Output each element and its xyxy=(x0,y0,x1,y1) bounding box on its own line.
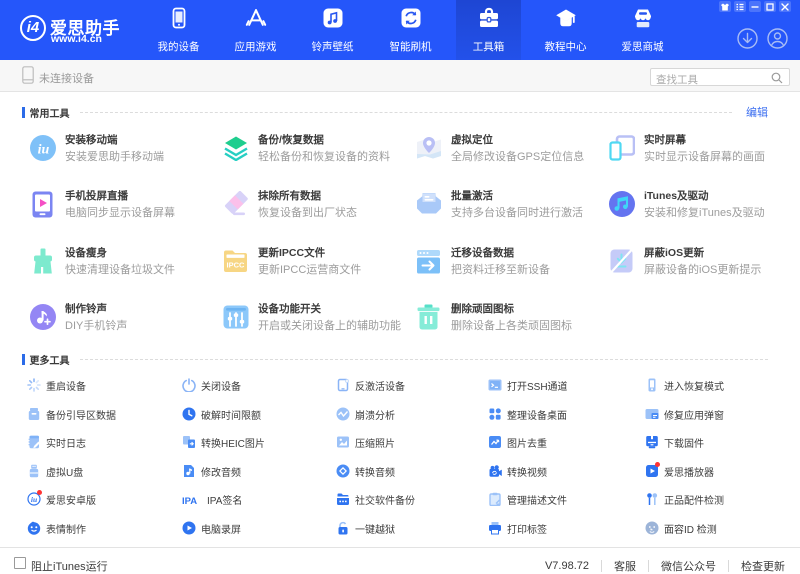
svg-text:IPCC: IPCC xyxy=(227,261,246,270)
svg-text:iu: iu xyxy=(31,494,37,503)
svg-text:iu: iu xyxy=(37,143,49,158)
